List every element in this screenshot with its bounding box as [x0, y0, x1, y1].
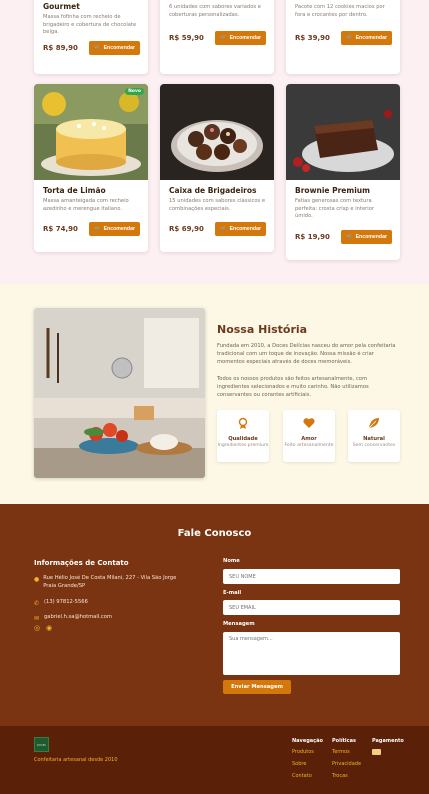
product-card-cupcakes: 6 unidades com sabores variados e cobert…: [160, 0, 274, 74]
order-button[interactable]: 🛒 Encomendar: [89, 41, 140, 55]
product-price: R$ 69,90: [169, 225, 204, 233]
order-button[interactable]: 🛒 Encomendar: [215, 31, 266, 45]
footer: DOCES Confeitaria artesanal desde 2010 N…: [0, 726, 429, 794]
cart-icon: 🛒: [346, 234, 353, 240]
feature-love: Amor Feito artesanalmente: [283, 410, 335, 462]
footer-link-termos[interactable]: Termos: [332, 749, 361, 755]
footer-nav-column: Navegação Produtos Sobre Contato: [292, 738, 323, 779]
product-desc: Fatias generosas com textura perfeita: c…: [295, 198, 375, 220]
product-price: R$ 74,90: [43, 225, 78, 233]
message-input[interactable]: [223, 632, 400, 675]
order-button[interactable]: 🛒 Encomendar: [215, 222, 266, 236]
footer-policies-column: Políticas Termos Privacidade Trocas: [332, 738, 362, 779]
cart-icon: 🛒: [220, 35, 227, 41]
feature-natural: Natural Sem conservantes: [348, 410, 400, 462]
footer-payment-column: Pagamento: [372, 738, 404, 755]
envelope-icon: ✉: [34, 615, 40, 622]
phone-icon: ✆: [34, 600, 40, 607]
credit-card-icon: [372, 749, 381, 755]
product-image: Novo: [34, 84, 148, 180]
product-price: R$ 19,90: [295, 233, 330, 241]
product-price: R$ 59,90: [169, 34, 204, 42]
contact-info-title: Informações de Contato: [34, 559, 129, 567]
order-button[interactable]: 🛒 Encomendar: [341, 31, 392, 45]
products-section: Gourmet Massa fofinha com recheio de bri…: [0, 0, 429, 284]
product-card-brownie: Brownie Premium Fatias generosas com tex…: [286, 84, 400, 260]
product-desc: Massa fofinha com recheio de brigadeiro …: [43, 14, 137, 36]
heart-icon: [303, 418, 315, 428]
product-desc: Pacote com 12 cookies macios por fora e …: [295, 4, 385, 18]
story-paragraph-1: Fundada em 2010, a Doces Delícias nasceu…: [217, 343, 396, 366]
product-image: [160, 84, 274, 180]
contact-title: Fale Conosco: [177, 528, 252, 539]
contact-section: Fale Conosco Informações de Contato ● Ru…: [0, 504, 429, 726]
story-title: Nossa História: [217, 323, 308, 336]
leaf-icon: [368, 418, 379, 429]
order-button[interactable]: 🛒 Encomendar: [89, 222, 140, 236]
cart-icon: 🛒: [94, 226, 101, 232]
footer-link-contato[interactable]: Contato: [292, 773, 323, 779]
feature-quality: Qualidade Ingredientes premium: [217, 410, 269, 462]
product-price: R$ 39,90: [295, 34, 330, 42]
address-row: ● Rue Hélio José De Costa Milani, 227 - …: [34, 575, 177, 589]
product-title: Brownie Premium: [295, 186, 370, 195]
product-card-brigadeiros: Caixa de Brigadeiros 15 unidades com sab…: [160, 84, 274, 252]
whatsapp-icon[interactable]: ◉: [46, 624, 54, 632]
product-desc: 15 unidades com sabores clássicos e comb…: [169, 198, 266, 212]
send-message-button[interactable]: Enviar Mensagem: [223, 680, 291, 694]
footer-link-sobre[interactable]: Sobre: [292, 761, 323, 767]
product-image: [286, 84, 400, 180]
name-label: Nome: [223, 558, 240, 564]
product-title: Gourmet: [43, 2, 80, 11]
footer-link-produtos[interactable]: Produtos: [292, 749, 323, 755]
story-section: Nossa História Fundada em 2010, a Doces …: [0, 284, 429, 504]
instagram-icon[interactable]: ◎: [34, 624, 42, 632]
story-paragraph-2: Todos os nossos produtos são feitos arte…: [217, 376, 369, 399]
order-button[interactable]: 🛒 Encomendar: [341, 230, 392, 244]
product-desc: Massa amanteigada com recheio azedinho e…: [43, 198, 129, 212]
award-icon: [238, 417, 248, 429]
cart-icon: 🛒: [94, 45, 101, 51]
message-label: Mensagem: [223, 621, 255, 627]
product-card-torta-limao: Novo Torta de Limão Massa amanteigada co…: [34, 84, 148, 252]
new-badge: Novo: [125, 88, 144, 95]
social-links: ◎ ◉: [34, 624, 54, 632]
kitchen-image: [34, 308, 205, 478]
product-desc: 6 unidades com sabores variados e cobert…: [169, 4, 261, 18]
product-price: R$ 89,90: [43, 44, 78, 52]
product-card-cookies: Pacote com 12 cookies macios por fora e …: [286, 0, 400, 74]
product-title: Caixa de Brigadeiros: [169, 186, 257, 195]
footer-link-trocas[interactable]: Trocas: [332, 773, 361, 779]
product-card-gourmet: Gourmet Massa fofinha com recheio de bri…: [34, 0, 148, 74]
phone-row: ✆ (13) 97812-5566: [34, 599, 88, 607]
email-input[interactable]: [223, 600, 400, 615]
email-row: ✉ gabriel.h.sa@hotmail.com: [34, 614, 112, 622]
email-label: E-mail: [223, 590, 242, 596]
cart-icon: 🛒: [346, 35, 353, 41]
name-input[interactable]: [223, 569, 400, 584]
product-title: Torta de Limão: [43, 186, 106, 195]
logo: DOCES: [34, 737, 49, 752]
footer-link-privacidade[interactable]: Privacidade: [332, 761, 361, 767]
footer-tagline: Confeitaria artesanal desde 2010: [34, 757, 118, 763]
cart-icon: 🛒: [220, 226, 227, 232]
location-pin-icon: ●: [34, 576, 40, 583]
